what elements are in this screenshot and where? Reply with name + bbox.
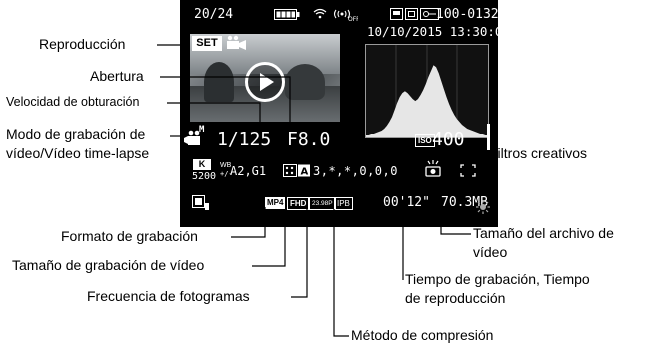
callout-playback: Reproducción xyxy=(39,36,126,52)
callout-movie-size: Tamaño de grabación de vídeo xyxy=(12,257,205,273)
callout-creative-filters: Filtros creativos xyxy=(489,145,588,161)
callout-file-size-line2: vídeo xyxy=(473,244,508,260)
callout-movie-mode-line2: vídeo/Vídeo time-lapse xyxy=(6,145,150,161)
callout-recording-time-line1: Tiempo de grabación, Tiempo xyxy=(405,271,590,287)
callout-file-size-line1: Tamaño del archivo de xyxy=(473,225,614,241)
manual-illustration: 20/24 OFF 100-0132 10/10/2015 13:30:00 S… xyxy=(0,0,659,347)
callout-frame-rate: Frecuencia de fotogramas xyxy=(87,288,250,304)
callout-movie-mode-line1: Modo de grabación de xyxy=(6,126,146,142)
callout-recording-format: Formato de grabación xyxy=(61,228,198,244)
callout-compression: Método de compresión xyxy=(351,327,494,343)
callout-shutter-speed: Velocidad de obturación xyxy=(6,95,140,109)
callout-recording-time-line2: de reproducción xyxy=(405,290,506,306)
callout-aperture: Abertura xyxy=(90,68,144,84)
